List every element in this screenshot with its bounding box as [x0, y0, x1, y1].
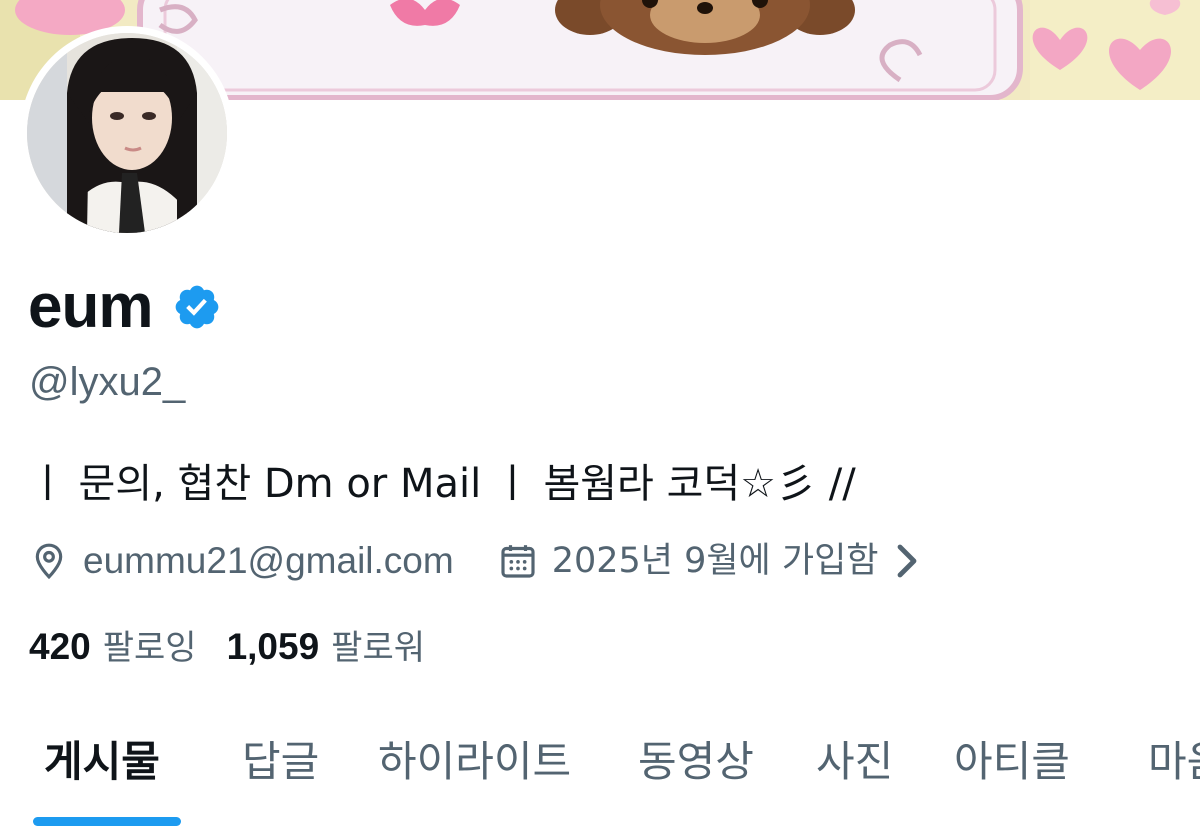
name-row: eum — [28, 272, 222, 342]
joined-date-text: 2025년 9월에 가입함 — [551, 541, 879, 581]
tab-likes[interactable]: 마음 — [1148, 722, 1200, 802]
profile-meta: eummu21@gmail.com 2025년 9월에 가입함 — [29, 536, 922, 586]
location-pin-icon — [29, 541, 69, 581]
tab-replies[interactable]: 답글 — [242, 722, 319, 802]
tab-photos[interactable]: 사진 — [816, 722, 893, 802]
profile-tabs: 게시물 답글 하이라이트 동영상 사진 아티클 마음 — [0, 722, 1200, 827]
following-count: 420 — [29, 626, 91, 667]
followers-count: 1,059 — [226, 626, 320, 667]
avatar-image — [27, 33, 227, 233]
following-label: 팔로잉 — [102, 628, 197, 668]
active-tab-indicator — [33, 817, 181, 826]
tab-posts[interactable]: 게시물 — [44, 722, 160, 802]
display-name: eum — [28, 272, 153, 341]
followers-label: 팔로워 — [331, 628, 426, 668]
tab-articles[interactable]: 아티클 — [954, 722, 1070, 802]
location-text: eummu21@gmail.com — [83, 540, 454, 581]
profile-bio: ㅣ 문의, 협찬 Dm or Mail ㅣ 봄웜라 코덕☆彡 // — [29, 461, 856, 507]
followers-link[interactable]: 1,059 팔로워 — [227, 622, 425, 673]
location-item: eummu21@gmail.com — [29, 536, 454, 586]
joined-date-link[interactable]: 2025년 9월에 가입함 — [498, 536, 923, 586]
avatar[interactable] — [20, 26, 234, 240]
follow-stats: 420 팔로잉 1,059 팔로워 — [29, 622, 455, 673]
tab-highlights[interactable]: 하이라이트 — [378, 722, 571, 802]
verified-badge-icon[interactable] — [172, 282, 222, 332]
profile-handle: @lyxu2_ — [29, 360, 186, 404]
tab-videos[interactable]: 동영상 — [638, 722, 754, 802]
calendar-icon — [498, 541, 538, 581]
following-link[interactable]: 420 팔로잉 — [29, 622, 197, 673]
chevron-right-icon — [894, 541, 922, 581]
